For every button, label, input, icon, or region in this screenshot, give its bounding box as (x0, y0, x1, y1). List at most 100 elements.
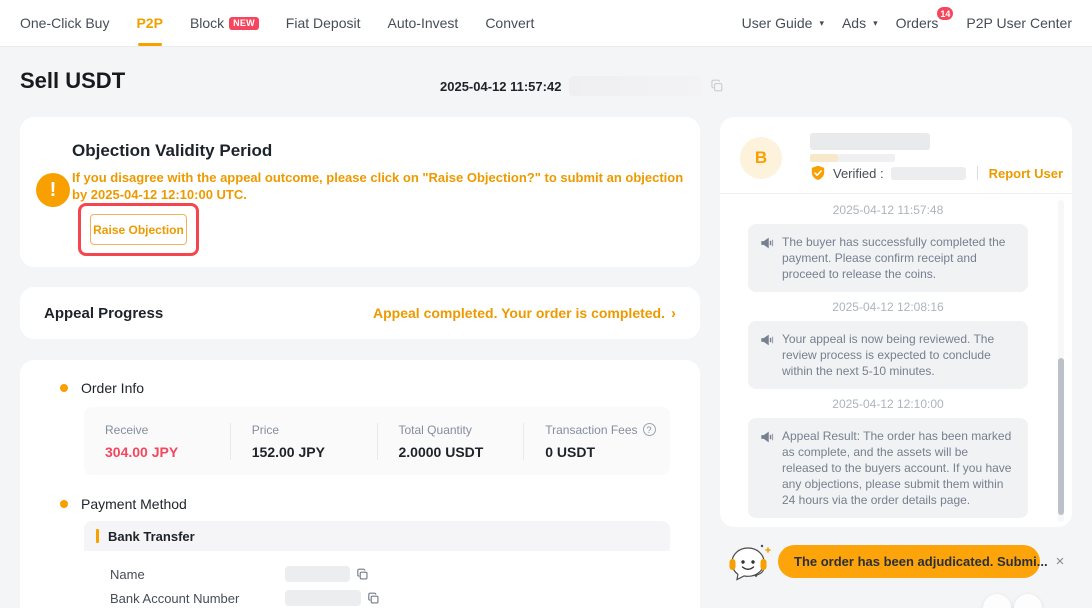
nav-p2p-user-center[interactable]: P2P User Center (966, 0, 1072, 46)
name-label: Name (110, 567, 285, 582)
chat-timestamp: 2025-04-12 12:08:16 (748, 300, 1028, 314)
order-number-redacted (569, 76, 702, 96)
report-user-link[interactable]: Report User (989, 166, 1063, 181)
order-created-time: 2025-04-12 11:57:42 (440, 79, 561, 94)
nav-fiat-deposit-label: Fiat Deposit (286, 15, 361, 31)
nav-fiat-deposit[interactable]: Fiat Deposit (286, 0, 361, 46)
chat-scrollbar-thumb[interactable] (1058, 358, 1064, 515)
bank-account-row: Bank Account Number (110, 589, 670, 607)
nav-user-guide-label: User Guide (742, 15, 813, 31)
objection-title: Objection Validity Period (72, 141, 272, 161)
warning-icon: ! (36, 173, 70, 207)
caret-down-icon: ▾ (873, 18, 878, 29)
nav-p2p[interactable]: P2P (136, 0, 162, 46)
support-chatbot-icon[interactable] (724, 540, 772, 588)
avatar[interactable]: B (740, 137, 782, 179)
raise-objection-button[interactable]: Raise Objection (90, 214, 187, 245)
chat-timestamp: 2025-04-12 12:10:00 (748, 397, 1028, 411)
nav-user-guide[interactable]: User Guide ▾ (742, 0, 824, 46)
nav-left-group: One-Click Buy P2P Block NEW Fiat Deposit… (20, 0, 534, 46)
nav-one-click-buy[interactable]: One-Click Buy (20, 0, 109, 46)
active-tab-underline (138, 43, 162, 46)
verified-row: Verified : Report User (810, 165, 1063, 181)
transaction-fees-label: Transaction Fees (545, 423, 637, 437)
nav-one-click-buy-label: One-Click Buy (20, 15, 109, 31)
nav-block[interactable]: Block NEW (190, 0, 259, 46)
message-text: Appeal Result: The order has been marked… (782, 428, 1016, 508)
verified-shield-icon (810, 165, 826, 181)
toast-text: The order has been adjudicated. Submi... (794, 554, 1048, 569)
price-value: 152.00 JPY (252, 444, 377, 460)
vertical-divider (977, 166, 978, 180)
order-meta: 2025-04-12 11:57:42 (440, 76, 724, 96)
nav-auto-invest-label: Auto-Invest (387, 15, 458, 31)
receive-label: Receive (105, 423, 230, 437)
nav-ads[interactable]: Ads ▾ (842, 0, 878, 46)
name-value-redacted (285, 566, 350, 582)
orders-count-badge: 14 (936, 6, 954, 21)
payment-method-label: Payment Method (81, 496, 187, 512)
chat-message-list: 2025-04-12 11:57:48 The buyer has succes… (720, 194, 1072, 527)
copy-icon[interactable] (367, 592, 380, 605)
chat-timestamp: 2025-04-12 11:57:48 (748, 203, 1028, 217)
price-label: Price (252, 423, 377, 437)
new-badge: NEW (229, 17, 259, 30)
bank-account-value-redacted (285, 590, 361, 606)
close-icon[interactable]: × (1056, 553, 1065, 570)
floating-button-partial[interactable] (1014, 594, 1042, 608)
system-message: Your appeal is now being reviewed. The r… (748, 321, 1028, 389)
nav-orders[interactable]: Orders 14 (896, 0, 949, 46)
receive-value: 304.00 JPY (105, 444, 230, 460)
transaction-fees-value: 0 USDT (545, 444, 670, 460)
bullet-dot-icon (60, 500, 68, 508)
message-text: Your appeal is now being reviewed. The r… (782, 331, 1016, 379)
order-info-section: Order Info (60, 380, 144, 396)
nav-auto-invest[interactable]: Auto-Invest (387, 0, 458, 46)
receive-field: Receive 304.00 JPY (84, 423, 230, 460)
order-info-box: Receive 304.00 JPY Price 152.00 JPY Tota… (84, 407, 670, 475)
counterparty-header: B Verified : Report User (720, 117, 1072, 194)
nav-right-group: User Guide ▾ Ads ▾ Orders 14 P2P User Ce… (742, 0, 1072, 46)
page-title: Sell USDT (20, 68, 125, 94)
total-quantity-label: Total Quantity (399, 423, 524, 437)
floating-button-partial[interactable] (983, 594, 1011, 608)
nav-ads-label: Ads (842, 15, 866, 31)
verified-label: Verified : (833, 166, 884, 181)
nav-convert-label: Convert (485, 15, 534, 31)
system-message: Appeal Result: The order has been marked… (748, 418, 1028, 518)
total-quantity-value: 2.0000 USDT (399, 444, 524, 460)
megaphone-icon (760, 333, 774, 352)
price-field: Price 152.00 JPY (230, 423, 377, 460)
bank-account-number-label: Bank Account Number (110, 591, 285, 606)
chat-panel: B Verified : Report User 2025-04-12 11:5… (720, 117, 1072, 527)
chevron-right-icon: › (671, 306, 676, 321)
appeal-progress-card: Appeal Progress Appeal completed. Your o… (20, 287, 700, 339)
nav-block-label: Block (190, 15, 224, 31)
help-icon[interactable]: ? (643, 423, 656, 436)
top-nav: One-Click Buy P2P Block NEW Fiat Deposit… (0, 0, 1092, 47)
counterparty-subinfo-redacted (810, 154, 838, 162)
message-text: The buyer has successfully completed the… (782, 234, 1016, 282)
name-row: Name (110, 565, 670, 583)
counterparty-subinfo-redacted (838, 154, 895, 162)
bank-transfer-label: Bank Transfer (108, 529, 195, 544)
transaction-fees-field: Transaction Fees ? 0 USDT (523, 423, 670, 460)
bullet-dot-icon (60, 384, 68, 392)
appeal-status-link[interactable]: Appeal completed. Your order is complete… (373, 305, 676, 321)
copy-icon[interactable] (356, 568, 369, 581)
payment-detail-rows: Name Bank Account Number (84, 551, 670, 607)
nav-p2p-user-center-label: P2P User Center (966, 15, 1072, 31)
toast-notification[interactable]: The order has been adjudicated. Submi...… (778, 545, 1040, 578)
megaphone-icon (760, 236, 774, 255)
order-info-label: Order Info (81, 380, 144, 396)
nav-orders-label: Orders (896, 15, 939, 31)
accent-bar (96, 529, 99, 543)
nav-convert[interactable]: Convert (485, 0, 534, 46)
megaphone-icon (760, 430, 774, 449)
caret-down-icon: ▾ (819, 18, 824, 29)
payment-method-header: Bank Transfer (84, 521, 670, 551)
appeal-progress-label: Appeal Progress (44, 305, 163, 322)
payment-method-box: Bank Transfer Name Bank Account Number (84, 521, 670, 608)
nav-p2p-label: P2P (136, 15, 162, 31)
copy-icon[interactable] (710, 79, 724, 93)
